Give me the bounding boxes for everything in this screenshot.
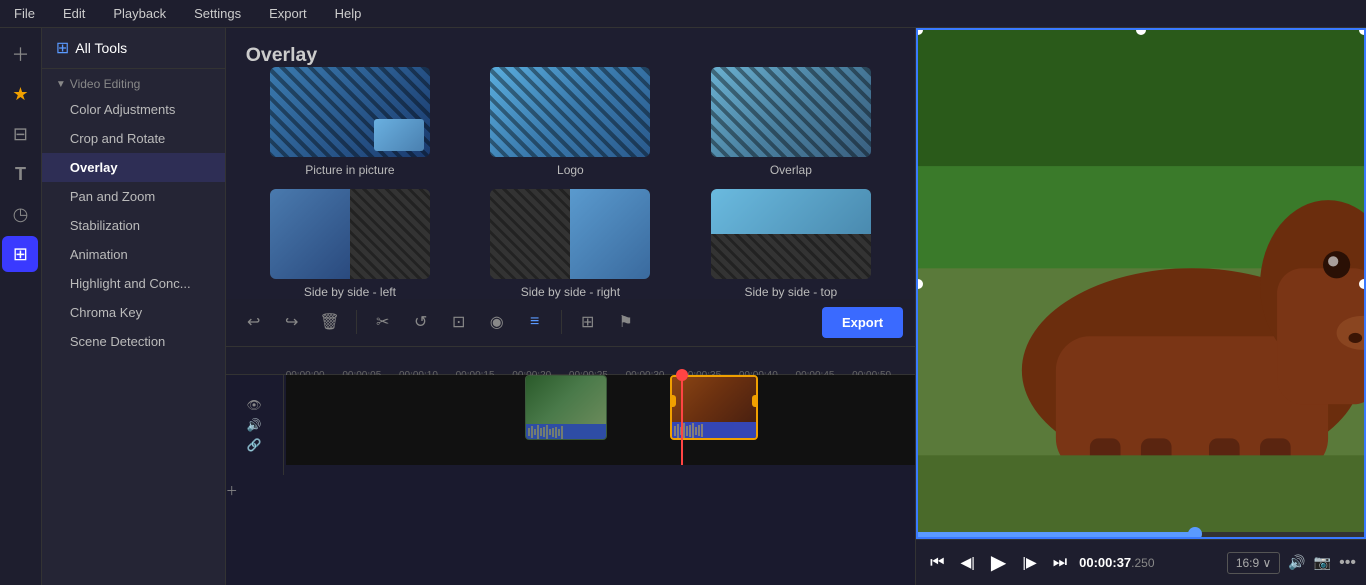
overlay-card-overlap[interactable]: Overlap	[687, 67, 895, 177]
layout-tool-button[interactable]: ⊞	[572, 306, 604, 338]
card-overlap-label: Overlap	[770, 163, 812, 177]
tool-overlay[interactable]: Overlay	[42, 153, 225, 182]
tool-highlight[interactable]: Highlight and Conc...	[42, 269, 225, 298]
clip-forest-waveform	[526, 424, 606, 440]
tool-scene-detection[interactable]: Scene Detection	[42, 327, 225, 356]
menu-export[interactable]: Export	[263, 4, 313, 23]
marker-button[interactable]: ⚑	[610, 306, 642, 338]
volume-icon[interactable]: 🔊	[1288, 554, 1305, 571]
clip-horse-thumb	[672, 377, 756, 422]
tool-chroma-key[interactable]: Chroma Key	[42, 298, 225, 327]
tool-color-adjustments[interactable]: Color Adjustments	[42, 95, 225, 124]
overlay-panel: Overlay Picture in picture Logo	[226, 28, 915, 299]
skip-back-button[interactable]: ⏮	[926, 550, 948, 576]
eye-icon[interactable]: 👁	[247, 398, 262, 412]
overlay-card-logo[interactable]: Logo	[466, 67, 674, 177]
menu-settings[interactable]: Settings	[188, 4, 247, 23]
tools-header: ⊞ All Tools	[42, 28, 225, 69]
export-button[interactable]: Export	[822, 307, 903, 338]
undo-button[interactable]: ↩	[238, 306, 270, 338]
card-side-right-label: Side by side - right	[521, 285, 620, 299]
clip-horse-waveform	[672, 422, 756, 440]
preview-video	[918, 30, 1364, 537]
card-pip-label: Picture in picture	[305, 163, 394, 177]
card-side-left-label: Side by side - left	[304, 285, 396, 299]
add-track-icon: ＋	[226, 482, 238, 499]
step-fwd-button[interactable]: |▶	[1018, 550, 1040, 575]
section-arrow: ▼	[56, 79, 66, 90]
time-display: 00:00:37 .250	[1079, 555, 1154, 570]
cut-button[interactable]: ✂	[367, 306, 399, 338]
tools-title: All Tools	[75, 40, 127, 56]
redo-button[interactable]: ↪	[276, 306, 308, 338]
time-main: 00:00:37	[1079, 555, 1131, 570]
timeline: 00:00:00 00:00:05 00:00:10 00:00:15 00:0…	[226, 347, 915, 585]
crop-button[interactable]: ⊡	[443, 306, 475, 338]
tools-button[interactable]: ⊞	[2, 236, 38, 272]
tools-panel: ⊞ All Tools ▼ Video Editing Color Adjust…	[42, 28, 226, 585]
pin-button[interactable]: ★	[2, 76, 38, 112]
step-back-button[interactable]: ◀|	[957, 550, 979, 575]
playhead[interactable]	[681, 375, 683, 465]
time-ms: .250	[1131, 556, 1154, 570]
add-track-button[interactable]: ＋	[226, 482, 238, 499]
overlay-title: Overlay	[246, 44, 895, 67]
overlay-card-side-top[interactable]: Side by side - top	[687, 189, 895, 299]
link-icon[interactable]: 🔗	[247, 438, 262, 452]
color-button[interactable]: ◉	[481, 306, 513, 338]
more-options-button[interactable]: •••	[1339, 554, 1356, 572]
clip-handle-right[interactable]	[752, 395, 758, 407]
section-title: Video Editing	[70, 77, 141, 91]
menu-playback[interactable]: Playback	[107, 4, 172, 23]
rotate-ccw-button[interactable]: ↺	[405, 306, 437, 338]
overlay-card-side-left[interactable]: Side by side - left	[246, 189, 454, 299]
track-controls: 👁 🔊 🔗	[226, 375, 284, 475]
handle-right-mid[interactable]	[1359, 279, 1366, 289]
add-media-button[interactable]: ＋	[2, 36, 38, 72]
main-toolbar: ↩ ↪ 🗑 ✂ ↺ ⊡ ◉ ≡ ⊞ ⚑ Export	[226, 299, 915, 347]
play-button[interactable]: ▶	[987, 546, 1010, 579]
handle-top-right[interactable]	[1359, 28, 1366, 35]
right-panel: ⏮ ◀| ▶ |▶ ⏭ 00:00:37 .250 16:9 ∨ 🔊 📷 •••	[915, 28, 1366, 585]
tool-animation[interactable]: Animation	[42, 240, 225, 269]
toolbar-sep-2	[561, 310, 562, 334]
track-bg[interactable]	[286, 375, 915, 465]
overlay-grid: Picture in picture Logo Overlap	[246, 67, 895, 299]
clip-handle-left[interactable]	[670, 395, 676, 407]
history-button[interactable]: ◷	[2, 196, 38, 232]
overlay-card-pip[interactable]: Picture in picture	[246, 67, 454, 177]
time-ruler: 00:00:00 00:00:05 00:00:10 00:00:15 00:0…	[226, 347, 915, 375]
preview-progress-track[interactable]	[918, 532, 1364, 537]
clip-forest[interactable]	[525, 375, 607, 440]
aspect-ratio-select[interactable]: 16:9 ∨	[1227, 552, 1280, 574]
track-area: 👁 🔊 🔗	[226, 375, 915, 475]
align-button[interactable]: ≡	[519, 306, 551, 338]
skip-fwd-button[interactable]: ⏭	[1049, 550, 1071, 576]
tool-crop-rotate[interactable]: Crop and Rotate	[42, 124, 225, 153]
preview-container	[916, 28, 1366, 539]
card-side-top-label: Side by side - top	[745, 285, 838, 299]
preview-progress-fill	[918, 532, 1194, 537]
tool-stabilization[interactable]: Stabilization	[42, 211, 225, 240]
menu-edit[interactable]: Edit	[57, 4, 91, 23]
volume-track-icon[interactable]: 🔊	[247, 418, 262, 432]
icon-bar: ＋ ★ ⊟ T ◷ ⊞	[0, 28, 42, 585]
progress-handle[interactable]	[1188, 527, 1202, 539]
text-button[interactable]: T	[2, 156, 38, 192]
video-editing-section: ▼ Video Editing	[42, 69, 225, 95]
menu-help[interactable]: Help	[329, 4, 368, 23]
layout-button[interactable]: ⊟	[2, 116, 38, 152]
screenshot-button[interactable]: 📷	[1314, 554, 1331, 571]
tool-pan-zoom[interactable]: Pan and Zoom	[42, 182, 225, 211]
toolbar-sep-1	[356, 310, 357, 334]
clip-forest-thumb	[526, 376, 606, 424]
playhead-head	[676, 369, 688, 381]
menu-file[interactable]: File	[8, 4, 41, 23]
overlay-card-side-right[interactable]: Side by side - right	[466, 189, 674, 299]
card-logo-label: Logo	[557, 163, 584, 177]
delete-button[interactable]: 🗑	[314, 306, 346, 338]
playback-bar: ⏮ ◀| ▶ |▶ ⏭ 00:00:37 .250 16:9 ∨ 🔊 📷 •••	[916, 539, 1366, 585]
menu-bar: File Edit Playback Settings Export Help	[0, 0, 1366, 28]
